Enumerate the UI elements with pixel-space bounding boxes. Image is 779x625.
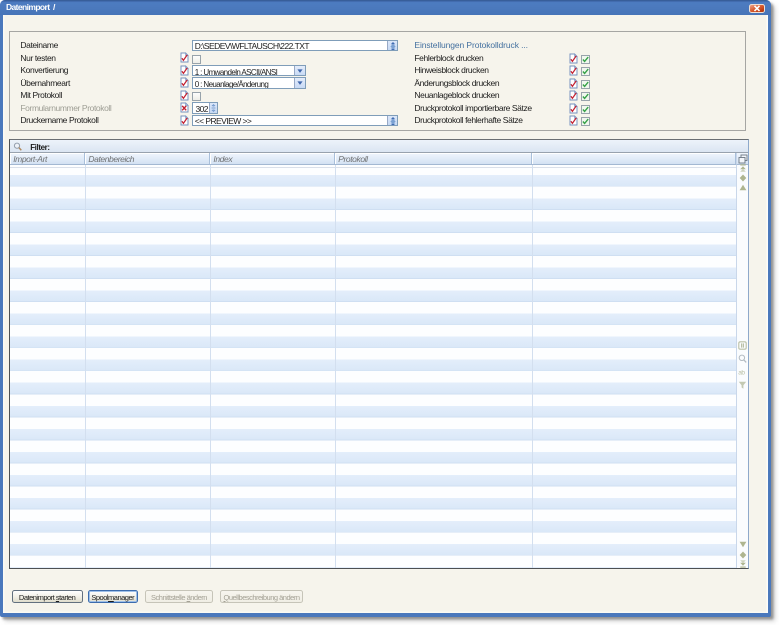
- svg-text:ab: ab: [738, 369, 745, 376]
